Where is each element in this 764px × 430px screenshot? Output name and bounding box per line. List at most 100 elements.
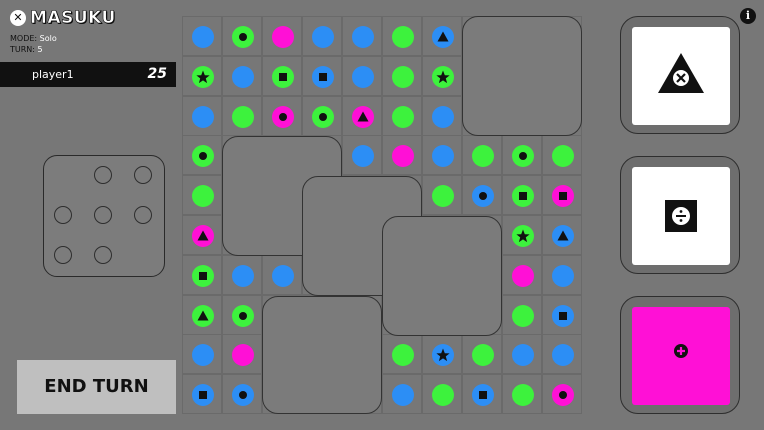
board-cell[interactable] <box>182 215 222 255</box>
board-dot <box>352 105 374 128</box>
board-cell[interactable] <box>382 95 422 136</box>
board-dot <box>192 65 214 88</box>
end-turn-button[interactable]: END TURN <box>17 360 176 414</box>
board-cell[interactable] <box>502 135 542 176</box>
board-cell[interactable] <box>462 175 502 216</box>
board-cell[interactable] <box>542 374 582 415</box>
board-cell[interactable] <box>542 135 582 176</box>
board-cell[interactable] <box>382 55 422 96</box>
board-cell[interactable] <box>382 16 422 56</box>
triangle-icon <box>557 230 569 241</box>
star-icon <box>196 70 210 83</box>
board-cell[interactable] <box>502 294 542 335</box>
board-cell[interactable] <box>422 334 462 375</box>
circle-plus-card[interactable] <box>632 307 730 405</box>
board-cell[interactable] <box>342 55 382 96</box>
board-cell[interactable] <box>502 374 542 415</box>
board-cell[interactable] <box>542 294 582 335</box>
board-dot <box>392 145 414 168</box>
board-cell[interactable] <box>302 55 342 96</box>
board-cell[interactable] <box>422 374 462 415</box>
board-cell[interactable] <box>422 95 462 136</box>
board-cell[interactable] <box>342 16 382 56</box>
board-dot <box>312 26 334 48</box>
board-cell[interactable] <box>422 135 462 176</box>
turn-line: TURN: 5 <box>10 45 43 55</box>
board-dot <box>272 264 294 287</box>
board-cell[interactable] <box>222 334 262 375</box>
dice-pip <box>94 246 112 264</box>
board-cell[interactable] <box>182 95 222 136</box>
board-cell[interactable] <box>542 215 582 255</box>
board-cell[interactable] <box>182 374 222 415</box>
board-dot <box>432 384 454 407</box>
board-dot <box>512 384 534 407</box>
mode-value: Solo <box>39 34 57 43</box>
board-cell[interactable] <box>462 334 502 375</box>
board-cell[interactable] <box>542 334 582 375</box>
triangle-icon <box>197 230 209 241</box>
square-divide-icon <box>665 200 697 232</box>
placed-piece <box>262 296 382 414</box>
board-cell[interactable] <box>502 215 542 255</box>
star-icon <box>516 229 530 243</box>
board-cell[interactable] <box>342 135 382 176</box>
board-cell[interactable] <box>542 254 582 295</box>
card-slot-3[interactable] <box>620 296 740 414</box>
board-dot <box>552 185 574 208</box>
board-cell[interactable] <box>542 175 582 216</box>
board-cell[interactable] <box>302 16 342 56</box>
board-cell[interactable] <box>262 95 302 136</box>
board-cell[interactable] <box>262 16 302 56</box>
board-dot <box>392 105 414 128</box>
board-dot <box>392 384 414 407</box>
board-cell[interactable] <box>182 334 222 375</box>
dot-icon <box>199 152 207 161</box>
board-cell[interactable] <box>222 254 262 295</box>
board-dot <box>192 225 214 247</box>
board-cell[interactable] <box>222 16 262 56</box>
board-dot <box>232 304 254 327</box>
board-cell[interactable] <box>302 95 342 136</box>
board-cell[interactable] <box>422 16 462 56</box>
board-cell[interactable] <box>222 55 262 96</box>
card-slot-1[interactable] <box>620 16 740 134</box>
board-cell[interactable] <box>422 175 462 216</box>
dice[interactable] <box>43 155 165 277</box>
card-slot-2[interactable] <box>620 156 740 274</box>
board-cell[interactable] <box>502 254 542 295</box>
star-icon <box>436 70 450 83</box>
board-cell[interactable] <box>382 135 422 176</box>
board-cell[interactable] <box>502 175 542 216</box>
square-divide-card[interactable] <box>632 167 730 265</box>
board-cell[interactable] <box>182 135 222 176</box>
board-cell[interactable] <box>182 254 222 295</box>
board-cell[interactable] <box>462 374 502 415</box>
board-cell[interactable] <box>222 374 262 415</box>
board-cell[interactable] <box>262 254 302 295</box>
board-dot <box>552 344 574 367</box>
board-cell[interactable] <box>382 334 422 375</box>
board-cell[interactable] <box>182 175 222 216</box>
triangle-x-card[interactable] <box>632 27 730 125</box>
square-icon <box>519 192 527 201</box>
board-dot <box>312 65 334 88</box>
board-cell[interactable] <box>342 95 382 136</box>
board-cell[interactable] <box>182 294 222 335</box>
board-cell[interactable] <box>422 55 462 96</box>
board-cell[interactable] <box>222 95 262 136</box>
board-cell[interactable] <box>182 55 222 96</box>
board-cell[interactable] <box>222 294 262 335</box>
dot-icon <box>239 311 247 320</box>
board-cell[interactable] <box>182 16 222 56</box>
board-cell[interactable] <box>462 135 502 176</box>
board-cell[interactable] <box>382 374 422 415</box>
board-dot <box>192 344 214 367</box>
info-icon[interactable]: i <box>740 8 756 24</box>
game-board <box>182 16 582 415</box>
board-cell[interactable] <box>262 55 302 96</box>
player-bar: player1 25 <box>0 62 176 87</box>
square-icon <box>199 271 207 280</box>
board-cell[interactable] <box>502 334 542 375</box>
board-dot <box>432 344 454 367</box>
